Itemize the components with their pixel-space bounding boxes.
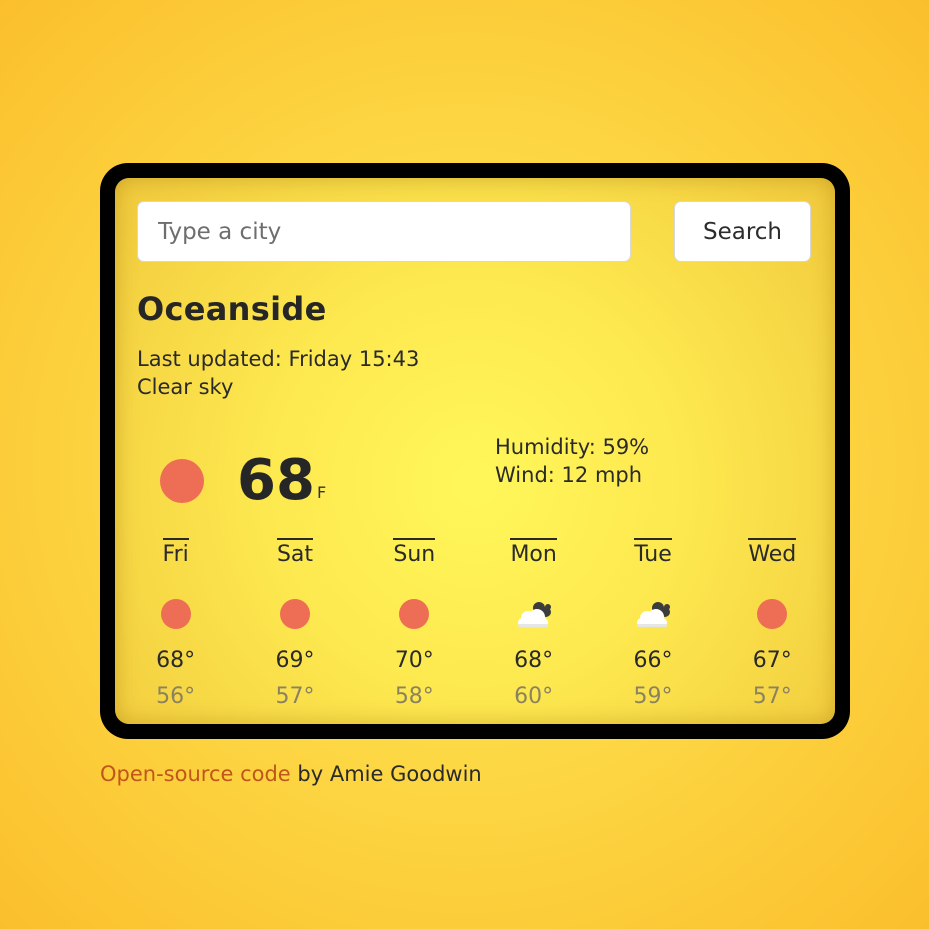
humidity-value: 59%: [602, 435, 650, 459]
forecast-day-name: Tue: [634, 538, 672, 569]
forecast-row: Fri 68° 56° Sat 69° 57° Sun 70° 58° Mon: [116, 538, 832, 724]
forecast-day: Sat 69° 57°: [235, 538, 354, 724]
wind-value: 12 mph: [561, 463, 643, 487]
weather-app-frame: Search Oceanside Last updated: Friday 15…: [100, 163, 850, 739]
last-updated-label: Last updated:: [137, 347, 282, 371]
sun-icon: [160, 459, 204, 503]
forecast-day-name: Fri: [162, 538, 189, 569]
humidity-label: Humidity:: [495, 435, 596, 459]
forecast-day-name: Wed: [748, 538, 797, 569]
forecast-day: Sun 70° 58°: [355, 538, 474, 724]
forecast-day: Fri 68° 56°: [116, 538, 235, 724]
forecast-min-temp: 60°: [514, 684, 554, 709]
forecast-day-name: Sat: [276, 538, 314, 569]
forecast-day-name: Mon: [510, 538, 557, 569]
wind: Wind: 12 mph: [495, 463, 642, 487]
current-temperature: 68: [237, 448, 315, 513]
last-updated: Last updated: Friday 15:43: [137, 347, 419, 371]
forecast-min-temp: 57°: [752, 684, 792, 709]
temperature-unit: F: [317, 483, 327, 502]
open-source-link[interactable]: Open-source code: [100, 762, 291, 786]
forecast-max-temp: 69°: [275, 648, 315, 673]
forecast-min-temp: 59°: [633, 684, 673, 709]
cloud-icon: [631, 598, 675, 630]
forecast-max-temp: 68°: [156, 648, 196, 673]
forecast-min-temp: 56°: [156, 684, 196, 709]
forecast-min-temp: 58°: [394, 684, 434, 709]
sun-icon: [154, 598, 198, 630]
sun-icon: [273, 598, 317, 630]
forecast-day-name: Sun: [393, 538, 436, 569]
weather-description: Clear sky: [137, 375, 234, 399]
footer-credit: Open-source code by Amie Goodwin: [100, 762, 482, 786]
humidity: Humidity: 59%: [495, 435, 649, 459]
wind-label: Wind:: [495, 463, 555, 487]
city-search-input[interactable]: [137, 201, 631, 262]
forecast-max-temp: 67°: [752, 648, 792, 673]
forecast-max-temp: 70°: [394, 648, 434, 673]
forecast-max-temp: 66°: [633, 648, 673, 673]
forecast-day: Mon 68° 60°: [474, 538, 593, 724]
city-name: Oceanside: [137, 290, 327, 328]
forecast-min-temp: 57°: [275, 684, 315, 709]
author-credit: by Amie Goodwin: [290, 762, 482, 786]
cloud-icon: [512, 598, 556, 630]
last-updated-time: Friday 15:43: [288, 347, 420, 371]
forecast-day: Tue 66° 59°: [593, 538, 712, 724]
weather-app-screen: Search Oceanside Last updated: Friday 15…: [115, 178, 835, 724]
forecast-day: Wed 67° 57°: [713, 538, 832, 724]
search-button[interactable]: Search: [674, 201, 811, 262]
forecast-max-temp: 68°: [514, 648, 554, 673]
sun-icon: [750, 598, 794, 630]
sun-icon: [392, 598, 436, 630]
